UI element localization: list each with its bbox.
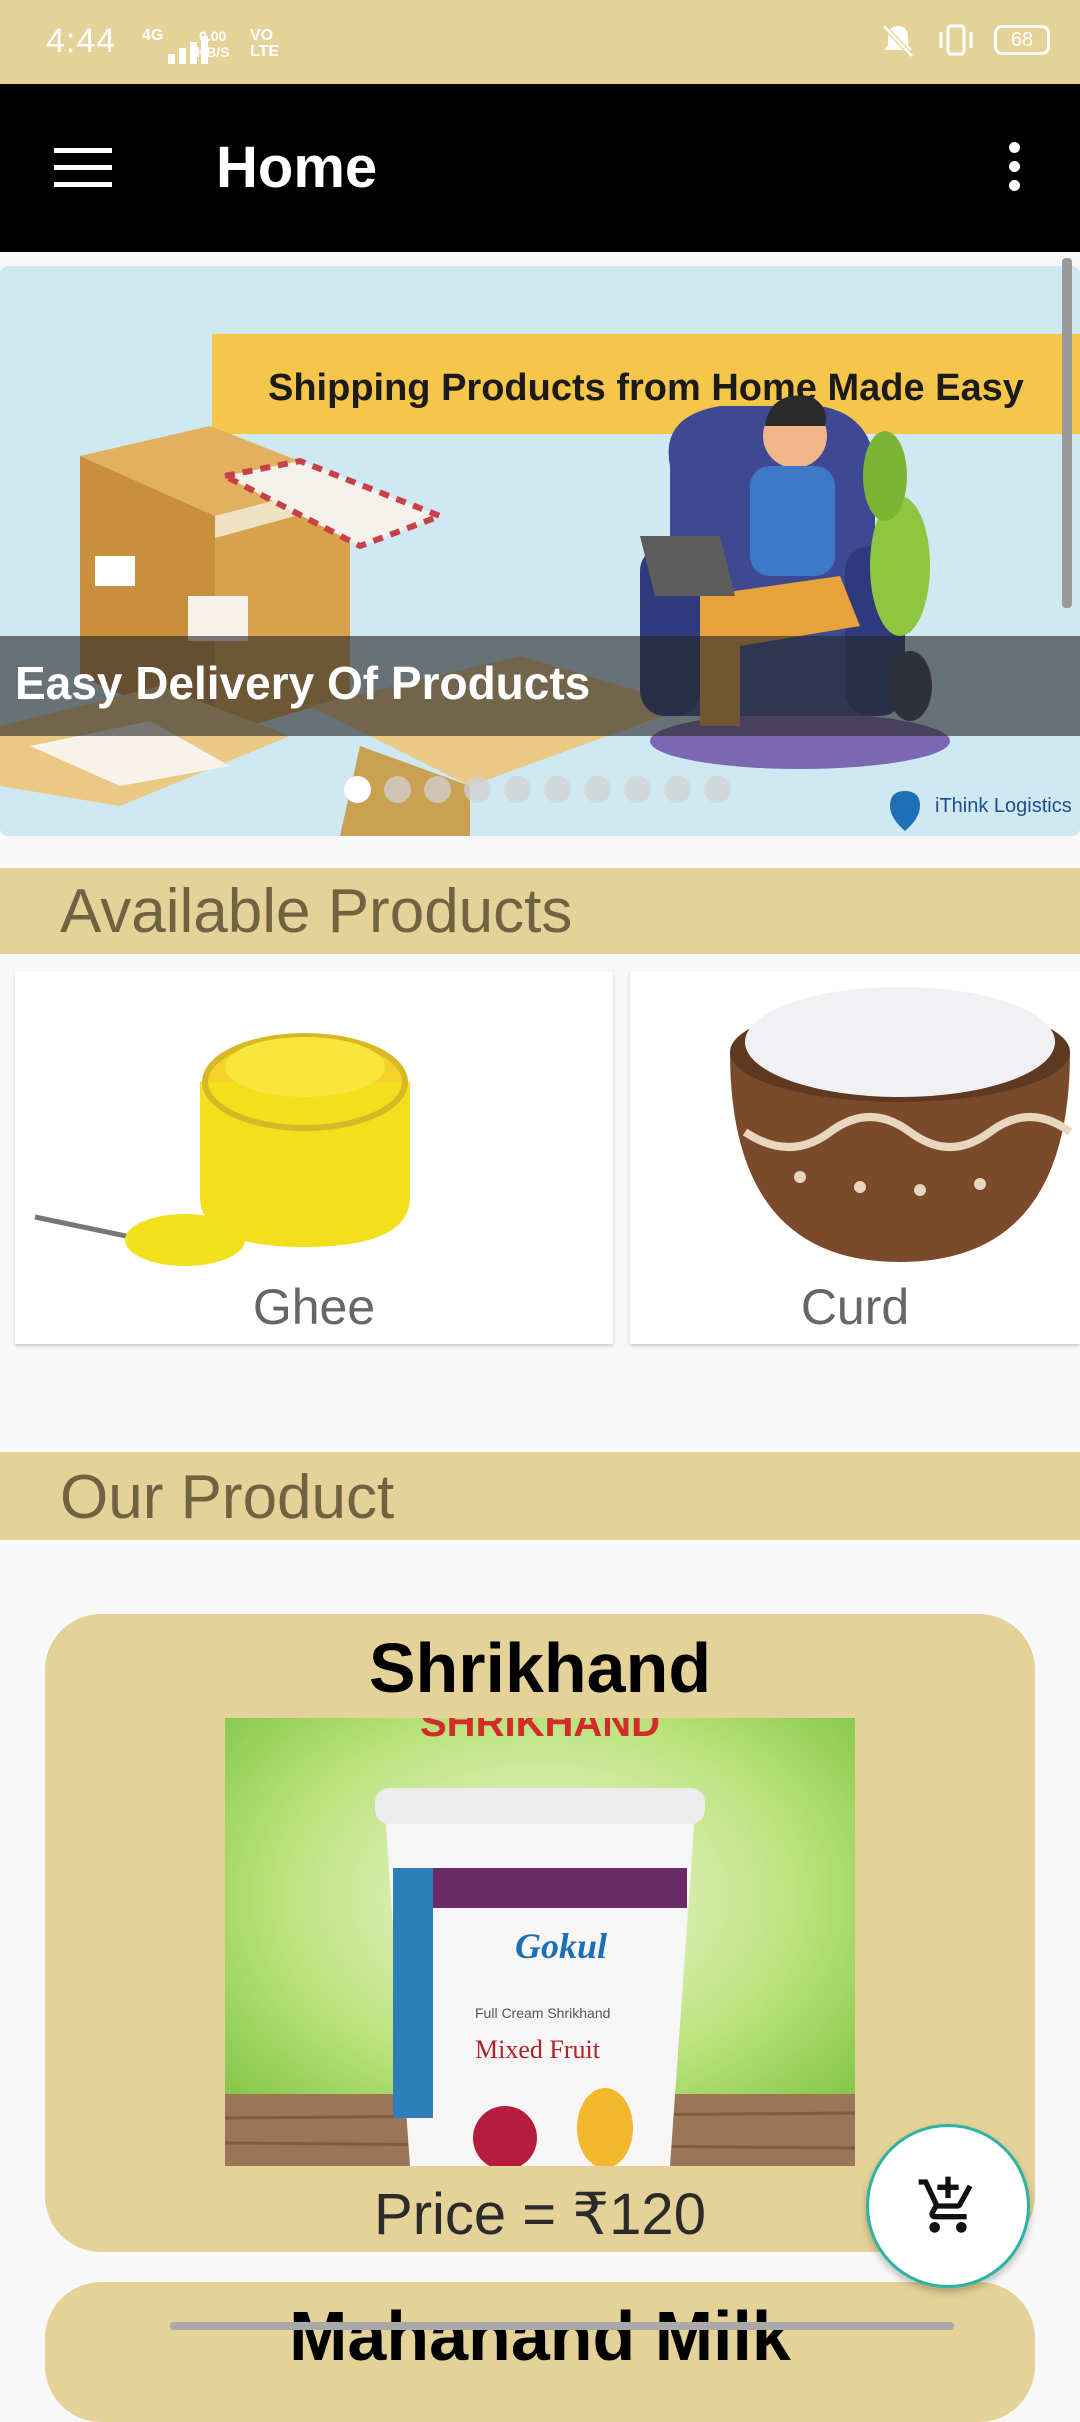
volte-indicator: VO LTE bbox=[250, 27, 280, 60]
product-card-ghee[interactable]: Ghee bbox=[15, 972, 613, 1344]
banner-illustration: Shipping Products from Home Made Easy iT… bbox=[0, 266, 1080, 836]
vibrate-icon bbox=[939, 24, 973, 56]
carousel-dot[interactable] bbox=[384, 776, 411, 803]
product-name: Mahanand Milk bbox=[289, 2297, 791, 2375]
curd-image bbox=[630, 972, 1080, 1272]
add-shopping-cart-icon bbox=[918, 2176, 973, 2233]
carousel-dot[interactable] bbox=[424, 776, 451, 803]
network-speed: 0.00 KB/S bbox=[196, 28, 229, 60]
status-time: 4:44 bbox=[46, 22, 117, 60]
mute-vibrate-icon bbox=[882, 24, 914, 58]
battery-icon: 68 bbox=[994, 25, 1050, 55]
section-title: Available Products bbox=[60, 877, 573, 946]
carousel-dot[interactable] bbox=[624, 776, 651, 803]
product-label: Curd bbox=[800, 1279, 910, 1335]
status-bar: 4:44 4G 0.00 KB/S VO LTE 68 bbox=[0, 0, 1080, 84]
gesture-nav-bar bbox=[170, 2322, 954, 2330]
carousel-dot[interactable] bbox=[584, 776, 611, 803]
speed-value: 0.00 bbox=[199, 28, 227, 44]
carousel-dot[interactable] bbox=[704, 776, 731, 803]
network-type: 4G bbox=[142, 27, 164, 44]
section-title: Our Product bbox=[60, 1463, 395, 1532]
banner-headline: Shipping Products from Home Made Easy bbox=[268, 367, 1024, 409]
product-label: Ghee bbox=[252, 1279, 376, 1335]
hamburger-menu-icon[interactable] bbox=[54, 148, 112, 188]
product-image: SHRIKHAND Gokul Full Cream Shrikhand Mix… bbox=[225, 1718, 855, 2166]
brand-logo-text: iThink Logistics bbox=[935, 795, 1072, 817]
cart-fab-button[interactable] bbox=[866, 2124, 1030, 2288]
carousel-dot[interactable] bbox=[464, 776, 491, 803]
carousel-dot[interactable] bbox=[544, 776, 571, 803]
carousel-dot[interactable] bbox=[344, 776, 371, 803]
ghee-image bbox=[15, 972, 613, 1272]
product-name: Shrikhand bbox=[368, 1629, 712, 1707]
banner-carousel[interactable]: Shipping Products from Home Made Easy iT… bbox=[0, 266, 1080, 836]
app-bar: Home bbox=[0, 84, 1080, 252]
speed-unit: KB/S bbox=[196, 44, 230, 60]
more-vertical-icon[interactable] bbox=[1004, 142, 1024, 198]
available-products-header: Available Products bbox=[0, 868, 1080, 954]
carousel-indicator[interactable] bbox=[344, 776, 731, 803]
image-banner-text: SHRIKHAND bbox=[420, 1718, 660, 1745]
product-card-curd[interactable]: Curd bbox=[630, 972, 1080, 1344]
carousel-dot[interactable] bbox=[664, 776, 691, 803]
product-card-mahanand-milk[interactable]: Mahanand Milk bbox=[45, 2282, 1035, 2422]
banner-caption: Easy Delivery Of Products bbox=[15, 657, 591, 709]
page-title: Home bbox=[216, 135, 378, 200]
carousel-dot[interactable] bbox=[504, 776, 531, 803]
image-sub-text: Full Cream Shrikhand bbox=[475, 2005, 610, 2021]
our-product-header: Our Product bbox=[0, 1452, 1080, 1540]
scrollbar[interactable] bbox=[1062, 258, 1072, 608]
image-flavor-text: Mixed Fruit bbox=[475, 2035, 601, 2064]
image-brand-text: Gokul bbox=[515, 1926, 607, 1966]
